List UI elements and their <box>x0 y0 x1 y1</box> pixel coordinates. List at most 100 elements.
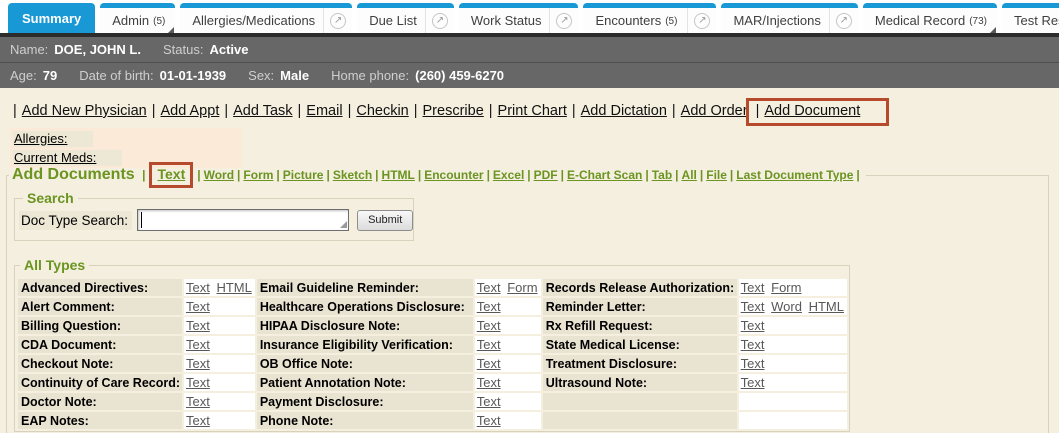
tab-due-list[interactable]: Due List↗ <box>357 3 454 33</box>
doc-type-link-sketch[interactable]: Sketch <box>333 168 372 182</box>
doc-type-link-encounter[interactable]: Encounter <box>424 168 483 182</box>
doc-format-link-text[interactable]: Text <box>186 375 210 390</box>
doc-type-links: |Text|Word|Form|Picture|Sketch|HTML|Enco… <box>139 168 863 182</box>
doc-type-link-file[interactable]: File <box>706 168 727 182</box>
add-documents-header: Add Documents |Text|Word|Form|Picture|Sk… <box>9 162 866 188</box>
doc-format-links-cell: Text <box>475 412 541 429</box>
doc-format-link-text[interactable]: Text <box>186 337 210 352</box>
action-link-add-appt[interactable]: Add Appt <box>160 103 219 119</box>
doc-type-label: Continuity of Care Record: <box>18 374 182 391</box>
doc-format-link-text[interactable]: Text <box>477 299 501 314</box>
sex-label: Sex: <box>248 68 274 83</box>
open-in-new-window-icon[interactable]: ↗ <box>425 8 454 33</box>
doc-type-label: Phone Note: <box>257 412 473 429</box>
open-in-new-window-icon[interactable]: ↗ <box>829 8 858 33</box>
table-row: Advanced Directives:Text HTMLEmail Guide… <box>18 279 847 296</box>
tab-label: Allergies/Medications <box>180 13 323 28</box>
search-title: Search <box>23 190 78 206</box>
doc-format-link-text[interactable]: Text <box>741 356 765 371</box>
doc-type-link-pdf[interactable]: PDF <box>534 168 558 182</box>
tab-medical-record[interactable]: Medical Record(73) <box>863 3 997 33</box>
doc-format-link-text[interactable]: Text <box>477 318 501 333</box>
doc-type-link-form[interactable]: Form <box>243 168 273 182</box>
allergies-link[interactable]: Allergies: <box>13 131 93 147</box>
action-link-add-task[interactable]: Add Task <box>233 103 292 119</box>
doc-format-link-text[interactable]: Text <box>477 356 501 371</box>
action-link-add-dictation[interactable]: Add Dictation <box>581 103 667 119</box>
action-link-print-chart[interactable]: Print Chart <box>498 103 567 119</box>
doc-format-link-text[interactable]: Text <box>477 280 501 295</box>
doc-format-links-cell: Text Form <box>739 279 847 296</box>
doc-format-link-text[interactable]: Text <box>186 318 210 333</box>
tab-admin[interactable]: Admin(5) <box>100 3 175 33</box>
doc-type-link-tab[interactable]: Tab <box>652 168 672 182</box>
separator: | <box>672 103 676 119</box>
doc-format-link-word[interactable]: Word <box>771 299 802 314</box>
action-link-prescribe[interactable]: Prescribe <box>423 103 484 119</box>
doc-format-links-cell: Text <box>184 393 255 410</box>
doc-format-link-text[interactable]: Text <box>741 375 765 390</box>
doc-format-link-text[interactable]: Text <box>186 356 210 371</box>
all-types-tbody: Advanced Directives:Text HTMLEmail Guide… <box>18 279 847 429</box>
tab-summary[interactable]: Summary <box>8 3 95 33</box>
doc-format-links-cell: Text <box>184 355 255 372</box>
doc-type-label: Reminder Letter: <box>543 298 737 315</box>
action-link-checkin[interactable]: Checkin <box>356 103 408 119</box>
doc-type-link-word[interactable]: Word <box>204 168 234 182</box>
action-link-add-document[interactable]: Add Document <box>764 103 860 119</box>
doc-format-link-text[interactable]: Text <box>741 299 765 314</box>
doc-format-link-text[interactable]: Text <box>741 318 765 333</box>
open-in-new-window-icon[interactable]: ↗ <box>323 8 352 33</box>
tab-encounters[interactable]: Encounters(5)↗ <box>583 3 716 33</box>
arrow-up-right-glyph: ↗ <box>556 13 572 29</box>
doc-type-label: Healthcare Operations Disclosure: <box>257 298 473 315</box>
doc-format-link-form[interactable]: Form <box>771 280 801 295</box>
doc-format-link-text[interactable]: Text <box>186 413 210 428</box>
separator: | <box>276 168 279 182</box>
tab-test-results[interactable]: Test Results(2) <box>1002 3 1059 33</box>
open-in-new-window-icon[interactable]: ↗ <box>687 8 716 33</box>
doc-type-search-input[interactable] <box>137 209 349 231</box>
text-caret <box>141 212 142 228</box>
doc-format-links-cell: Text <box>475 374 541 391</box>
tab-work-status[interactable]: Work Status↗ <box>459 3 579 33</box>
doc-type-link-e-chart-scan[interactable]: E-Chart Scan <box>567 168 642 182</box>
doc-type-link-text[interactable]: Text <box>157 166 185 182</box>
separator: | <box>298 103 302 119</box>
doc-type-link-html[interactable]: HTML <box>382 168 415 182</box>
tab-allergies-medications[interactable]: Allergies/Medications↗ <box>180 3 352 33</box>
doc-type-link-excel[interactable]: Excel <box>493 168 524 182</box>
tab-count-badge: (5) <box>153 16 165 27</box>
main-content: |Add New Physician|Add Appt|Add Task|Ema… <box>0 88 1059 433</box>
doc-format-link-form[interactable]: Form <box>507 280 537 295</box>
doc-type-link-picture[interactable]: Picture <box>283 168 324 182</box>
doc-type-label: Treatment Disclosure: <box>543 355 737 372</box>
doc-format-link-text[interactable]: Text <box>477 394 501 409</box>
doc-format-link-text[interactable]: Text <box>186 280 210 295</box>
doc-type-link-all[interactable]: All <box>682 168 697 182</box>
tab-label: Due List <box>357 13 425 28</box>
doc-type-label: State Medical License: <box>543 336 737 353</box>
separator: | <box>418 168 421 182</box>
resize-grip-icon[interactable] <box>340 221 347 228</box>
doc-format-link-text[interactable]: Text <box>477 337 501 352</box>
doc-type-link-last-document-type[interactable]: Last Document Type <box>736 168 853 182</box>
submit-button[interactable]: Submit <box>357 210 413 231</box>
doc-format-link-text[interactable]: Text <box>741 280 765 295</box>
action-link-add-order[interactable]: Add Order <box>681 103 748 119</box>
separator: | <box>856 168 859 182</box>
doc-format-link-text[interactable]: Text <box>477 413 501 428</box>
separator: | <box>756 103 760 119</box>
doc-format-link-text[interactable]: Text <box>477 375 501 390</box>
doc-format-link-text[interactable]: Text <box>741 337 765 352</box>
doc-format-link-html[interactable]: HTML <box>216 280 251 295</box>
doc-format-link-html[interactable]: HTML <box>809 299 844 314</box>
open-in-new-window-icon[interactable]: ↗ <box>549 8 578 33</box>
tab-mar-injections[interactable]: MAR/Injections↗ <box>721 3 857 33</box>
doc-format-link-text[interactable]: Text <box>186 299 210 314</box>
doc-format-link-text[interactable]: Text <box>186 394 210 409</box>
action-link-add-new-physician[interactable]: Add New Physician <box>22 103 147 119</box>
doc-type-label: Checkout Note: <box>18 355 182 372</box>
doc-format-links-cell <box>739 393 847 410</box>
action-link-email[interactable]: Email <box>306 103 342 119</box>
